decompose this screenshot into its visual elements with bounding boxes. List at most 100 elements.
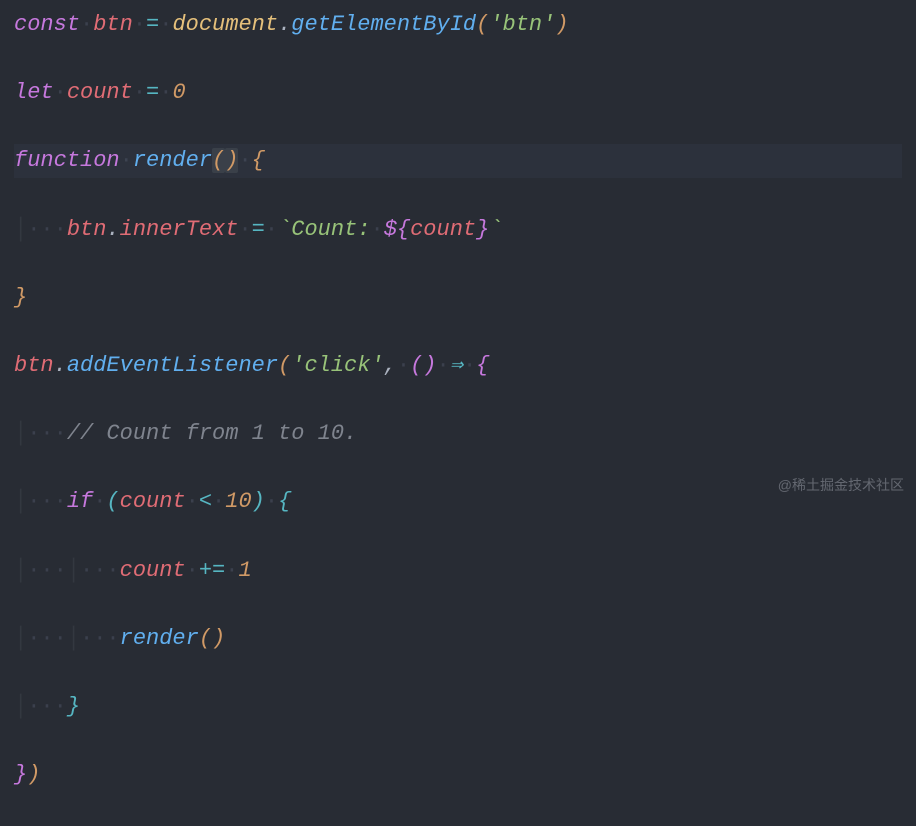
var-count: count [120, 489, 186, 514]
tpl-text: Count: [291, 217, 370, 242]
dot: . [278, 12, 291, 37]
whitespace-dot: · [80, 558, 93, 583]
whitespace-dot: · [54, 489, 67, 514]
comment: // Count from 1 to 10. [67, 421, 357, 446]
whitespace-dot: · [80, 626, 93, 651]
whitespace-dot: · [80, 12, 93, 37]
fn-addEventListener: addEventListener [67, 353, 278, 378]
keyword-if: if [67, 489, 93, 514]
paren-close: ) [423, 353, 436, 378]
paren-open: ( [199, 626, 212, 651]
num-0: 0 [172, 80, 185, 105]
whitespace-dot: · [436, 353, 449, 378]
active-line: function·render()·{ [14, 144, 902, 178]
whitespace-dot: · [265, 489, 278, 514]
var-count: count [410, 217, 476, 242]
fn-render-call: render [120, 626, 199, 651]
paren-open: ( [476, 12, 489, 37]
dot: . [106, 217, 119, 242]
backtick: ` [278, 217, 291, 242]
arrow: ⇒ [450, 353, 463, 378]
indent-guide: │ [67, 558, 80, 583]
whitespace-dot: · [54, 626, 67, 651]
whitespace-dot: · [93, 489, 106, 514]
whitespace-dot: · [54, 80, 67, 105]
fn-getElementById: getElementById [291, 12, 476, 37]
whitespace-dot: · [27, 217, 40, 242]
whitespace-dot: · [370, 217, 383, 242]
tpl-close: } [476, 217, 489, 242]
tpl-open: ${ [384, 217, 410, 242]
indent-guide: │ [14, 489, 27, 514]
var-btn: btn [93, 12, 133, 37]
paren-close: ) [225, 148, 238, 173]
whitespace-dot: · [159, 12, 172, 37]
whitespace-dot: · [120, 148, 133, 173]
paren-close: ) [27, 762, 40, 787]
whitespace-dot: · [27, 489, 40, 514]
indent-guide: │ [14, 558, 27, 583]
var-btn: btn [14, 353, 54, 378]
whitespace-dot: · [54, 694, 67, 719]
op-equals: = [252, 217, 265, 242]
string-click: 'click' [291, 353, 383, 378]
paren-open: ( [106, 489, 119, 514]
brace-close: } [14, 285, 27, 310]
code-editor[interactable]: const·btn·=·document.getElementById('btn… [14, 8, 902, 826]
num-1: 1 [238, 558, 251, 583]
whitespace-dot: · [27, 421, 40, 446]
whitespace-dot: · [238, 217, 251, 242]
paren-open: ( [278, 353, 291, 378]
whitespace-dot: · [54, 421, 67, 446]
backtick: ` [489, 217, 502, 242]
whitespace-dot: · [463, 353, 476, 378]
watermark-text: @稀土掘金技术社区 [778, 475, 904, 497]
brace-open: { [278, 489, 291, 514]
whitespace-dot: · [397, 353, 410, 378]
paren-close: ) [252, 489, 265, 514]
whitespace-dot: · [40, 626, 53, 651]
whitespace-dot: · [93, 558, 106, 583]
whitespace-dot: · [212, 489, 225, 514]
paren-open: ( [410, 353, 423, 378]
whitespace-dot: · [40, 217, 53, 242]
indent-guide: │ [14, 217, 27, 242]
whitespace-dot: · [133, 12, 146, 37]
brace-open: { [476, 353, 489, 378]
dot: . [54, 353, 67, 378]
string-btn: 'btn' [489, 12, 555, 37]
whitespace-dot: · [186, 489, 199, 514]
paren-open: ( [212, 148, 225, 173]
whitespace-dot: · [186, 558, 199, 583]
whitespace-dot: · [106, 626, 119, 651]
whitespace-dot: · [106, 558, 119, 583]
op-equals: = [146, 80, 159, 105]
whitespace-dot: · [238, 148, 251, 173]
brace-close: } [67, 694, 80, 719]
var-count: count [67, 80, 133, 105]
indent-guide: │ [14, 694, 27, 719]
var-document: document [172, 12, 278, 37]
indent-guide: │ [14, 421, 27, 446]
op-pluseq: += [199, 558, 225, 583]
whitespace-dot: · [133, 80, 146, 105]
whitespace-dot: · [40, 489, 53, 514]
whitespace-dot: · [225, 558, 238, 583]
op-equals: = [146, 12, 159, 37]
num-10: 10 [225, 489, 251, 514]
keyword-function: function [14, 148, 120, 173]
indent-guide: │ [14, 626, 27, 651]
whitespace-dot: · [54, 558, 67, 583]
brace-close: } [14, 762, 27, 787]
whitespace-dot: · [27, 694, 40, 719]
comma: , [384, 353, 397, 378]
whitespace-dot: · [93, 626, 106, 651]
whitespace-dot: · [27, 626, 40, 651]
paren-close: ) [555, 12, 568, 37]
op-lt: < [199, 489, 212, 514]
brace-open: { [252, 148, 265, 173]
whitespace-dot: · [265, 217, 278, 242]
var-btn: btn [67, 217, 107, 242]
prop-innerText: innerText [120, 217, 239, 242]
keyword-const: const [14, 12, 80, 37]
